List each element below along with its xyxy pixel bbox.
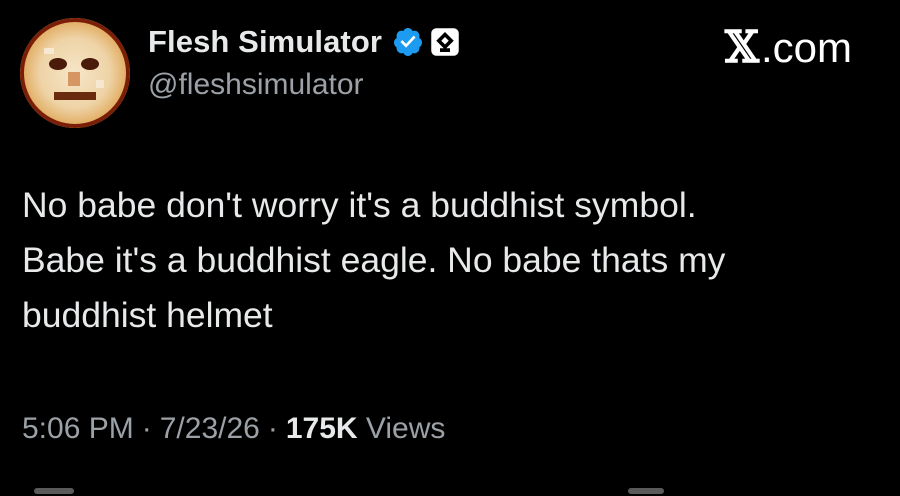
author-handle[interactable]: @fleshsimulator xyxy=(148,68,364,102)
tweet-text-line: No babe don't worry it's a buddhist symb… xyxy=(22,185,697,225)
avatar[interactable] xyxy=(20,18,130,128)
tweet-text: No babe don't worry it's a buddhist symb… xyxy=(22,178,882,343)
action-bar-hint xyxy=(34,488,74,494)
meta-separator: · xyxy=(141,412,152,445)
x-logo-icon: 𝕏 xyxy=(724,22,759,73)
author-name-row[interactable]: Flesh Simulator xyxy=(148,20,460,64)
tweet-card: Flesh Simulator @fleshsimulator 𝕏 .com N… xyxy=(0,0,900,496)
affiliate-badge-icon xyxy=(430,27,460,57)
action-bar-hint xyxy=(628,488,664,494)
tweet-text-line: Babe it's a buddhist eagle. No babe that… xyxy=(22,240,726,280)
views-label: Views xyxy=(365,412,446,445)
display-name[interactable]: Flesh Simulator xyxy=(148,24,382,60)
meta-separator: · xyxy=(267,412,278,445)
x-brand-logo: 𝕏 .com xyxy=(725,22,852,73)
tweet-time[interactable]: 5:06 PM xyxy=(22,412,134,445)
tweet-date[interactable]: 7/23/26 xyxy=(160,412,260,445)
tweet-meta: 5:06 PM · 7/23/26 · 175K Views xyxy=(22,412,445,446)
tweet-text-line: buddhist helmet xyxy=(22,295,273,335)
brand-domain: .com xyxy=(760,23,852,71)
views-count: 175K xyxy=(285,412,358,445)
distorted-face-avatar-icon xyxy=(20,18,130,128)
verified-badge-icon xyxy=(392,26,424,58)
